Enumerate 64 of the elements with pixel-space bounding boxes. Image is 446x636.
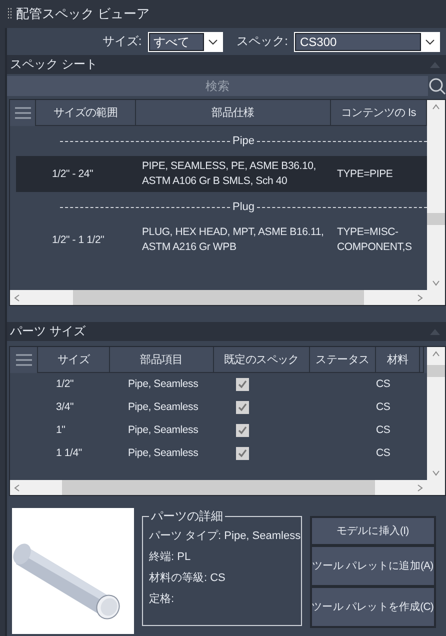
- scroll-thumb[interactable]: [427, 213, 445, 225]
- window-title: 配管スペック ビューア: [16, 5, 150, 23]
- scroll-thumb[interactable]: [72, 290, 364, 305]
- search-field[interactable]: 検索: [7, 76, 428, 96]
- section-title: スペック シート: [10, 56, 98, 73]
- table-cell-text: 3/4": [55, 400, 75, 415]
- filter-label: サイズ:: [102, 33, 142, 50]
- checkbox[interactable]: [236, 401, 249, 414]
- group-label: Plug: [232, 201, 255, 213]
- column-header[interactable]: 部品項目: [110, 347, 214, 373]
- dropdown[interactable]: すべて: [148, 32, 223, 52]
- detail-text: 材料の等級: CS: [149, 571, 226, 585]
- table-cell-text: CS: [375, 400, 392, 415]
- checkbox[interactable]: [236, 378, 249, 391]
- table-cell-text: 1": [55, 423, 66, 438]
- table-cell-text: TYPE=PIPE: [337, 166, 394, 182]
- table-cell-text: Pipe, Seamless: [127, 446, 200, 461]
- action-button[interactable]: モデルに挿入(I): [312, 518, 434, 544]
- table-cell-text: Pipe, Seamless: [127, 377, 200, 392]
- details-title: パーツの詳細: [150, 508, 224, 525]
- caret-icon: [208, 38, 218, 44]
- search-icon[interactable]: [428, 77, 446, 95]
- group-label: Pipe: [232, 135, 255, 147]
- column-header[interactable]: サイズ: [38, 347, 110, 373]
- spec-row[interactable]: 1/2" - 1 1/2" PLUG, HEX HEAD, MPT, ASME B16.11, ASTM A216 Gr WPB TYPE=MISC-COMPONENT,S: [16, 222, 427, 258]
- checkbox[interactable]: [236, 424, 249, 437]
- checkbox[interactable]: [236, 447, 249, 460]
- column-header[interactable]: サイズの範囲: [36, 100, 136, 126]
- detail-text: パーツ タイプ: Pipe, Seamless: [149, 528, 301, 543]
- section-header[interactable]: パーツ サイズ: [7, 322, 446, 341]
- section-header[interactable]: スペック シート: [7, 55, 446, 74]
- action-button[interactable]: ツール パレットを作成(C): [312, 588, 434, 626]
- table-cell-text: 1 1/4": [55, 446, 83, 461]
- table-cell-text: PLUG, HEX HEAD, MPT, ASME B16.11, ASTM A216 Gr WPB: [142, 225, 325, 255]
- horizontal-scrollbar[interactable]: [10, 480, 427, 495]
- action-button[interactable]: ツール パレットに追加(A): [312, 547, 434, 585]
- menu-icon[interactable]: [16, 354, 32, 366]
- table-cell-text: CS: [375, 446, 392, 461]
- spec-row[interactable]: 1/2" - 24" PIPE, SEAMLESS, PE, ASME B36.10, ASTM A106 Gr B SMLS, Sch 40 TYPE=PIPE: [16, 156, 427, 192]
- column-header[interactable]: 材料: [376, 347, 420, 373]
- horizontal-scrollbar[interactable]: [10, 290, 427, 305]
- column-header[interactable]: ステータス: [310, 347, 376, 373]
- caret-icon: [425, 38, 435, 44]
- section-title: パーツ サイズ: [10, 323, 86, 340]
- table-cell-text: PIPE, SEAMLESS, PE, ASME B36.10, ASTM A106 Gr B SMLS, Sch 40: [142, 159, 317, 189]
- column-header[interactable]: 既定のスペック: [214, 347, 310, 373]
- table-cell-text: 1/2" - 24": [51, 166, 94, 182]
- detail-text: 定格:: [149, 592, 176, 606]
- table-cell-text: CS: [375, 377, 392, 392]
- vertical-scrollbar[interactable]: [427, 347, 445, 480]
- table-cell-text: Pipe, Seamless: [127, 400, 200, 415]
- table-cell-text: CS: [375, 423, 392, 438]
- menu-icon[interactable]: [14, 107, 30, 119]
- detail-text: 終端: PL: [149, 550, 192, 564]
- table-cell-text: 1/2" - 1 1/2": [51, 232, 106, 248]
- filter-label: スペック:: [236, 33, 288, 50]
- column-header[interactable]: 部品仕様: [136, 100, 331, 126]
- table-cell-text: Pipe, Seamless: [127, 423, 200, 438]
- scroll-thumb[interactable]: [62, 480, 375, 495]
- scroll-thumb[interactable]: [427, 365, 445, 377]
- table-cell-text: 1/2": [55, 377, 75, 392]
- vertical-scrollbar[interactable]: [427, 100, 445, 290]
- dropdown[interactable]: CS300: [294, 32, 440, 52]
- table-cell-text: TYPE=MISC-COMPONENT,S: [337, 225, 413, 255]
